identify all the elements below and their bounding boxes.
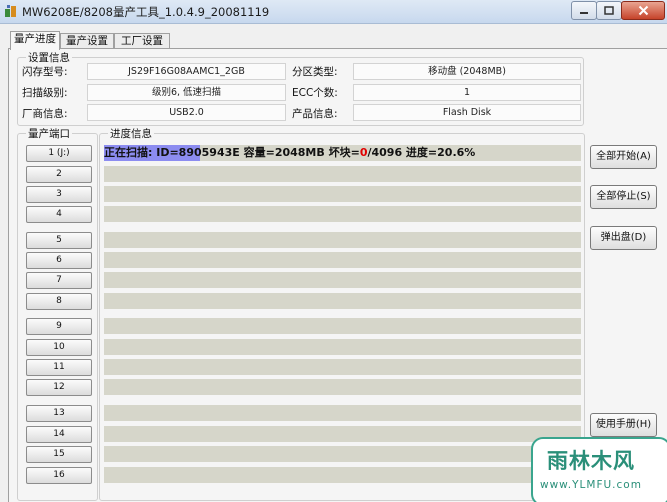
minimize-button[interactable] — [571, 1, 597, 20]
tab-production-settings[interactable]: 量产设置 — [60, 33, 114, 49]
partition-type-label: 分区类型: — [292, 66, 338, 78]
progress-group-title: 进度信息 — [108, 126, 154, 141]
close-button[interactable] — [621, 1, 665, 20]
vendor-info-value: USB2.0 — [87, 104, 286, 121]
tab-progress[interactable]: 量产进度 — [10, 31, 60, 50]
progress-bar-15 — [104, 446, 581, 462]
port-1-status: 正在扫描: ID=8905943E 容量=2048MB 坏块=0/4096 进度… — [104, 145, 475, 161]
port-button-8[interactable]: 8 — [26, 293, 92, 310]
ecc-count-value: 1 — [353, 84, 581, 101]
port-button-7[interactable]: 7 — [26, 272, 92, 289]
port-button-16[interactable]: 16 — [26, 467, 92, 484]
product-info-label: 产品信息: — [292, 108, 338, 120]
progress-bar-14 — [104, 426, 581, 442]
progress-bar-4 — [104, 206, 581, 222]
port-button-9[interactable]: 9 — [26, 318, 92, 335]
status-progress: /4096 进度=20.6% — [367, 146, 476, 159]
port-button-4[interactable]: 4 — [26, 206, 92, 223]
ports-group-title: 量产端口 — [26, 126, 72, 141]
progress-bar-7 — [104, 272, 581, 288]
progress-bar-3 — [104, 186, 581, 202]
app-icon — [5, 5, 16, 17]
port-button-3[interactable]: 3 — [26, 186, 92, 203]
progress-bar-2 — [104, 166, 581, 182]
flash-model-label: 闪存型号: — [22, 66, 68, 78]
progress-bar-8 — [104, 293, 581, 309]
minimize-icon — [580, 11, 588, 14]
tab-factory-settings[interactable]: 工厂设置 — [114, 33, 170, 49]
port-button-12[interactable]: 12 — [26, 379, 92, 396]
progress-bar-16 — [104, 467, 581, 483]
watermark-main-text: 雨林木风 — [547, 449, 635, 473]
eject-button[interactable]: 弹出盘(D) — [590, 226, 657, 250]
port-button-1[interactable]: 1 (J:) — [26, 145, 92, 162]
scan-level-value: 级别6, 低速扫描 — [87, 84, 286, 101]
settings-group-title: 设置信息 — [26, 50, 72, 65]
status-prefix: 正在扫描: — [104, 146, 153, 159]
scan-level-label: 扫描级别: — [22, 87, 68, 99]
port-button-6[interactable]: 6 — [26, 252, 92, 269]
progress-bar-9 — [104, 318, 581, 334]
port-button-14[interactable]: 14 — [26, 426, 92, 443]
app-window: MW6208E/8208量产工具_1.0.4.9_20081119 量产进度 量… — [0, 0, 667, 502]
ecc-count-label: ECC个数: — [292, 87, 338, 99]
product-info-value: Flash Disk — [353, 104, 581, 121]
flash-model-value: JS29F16G08AAMC1_2GB — [87, 63, 286, 80]
start-all-button[interactable]: 全部开始(A) — [590, 145, 657, 169]
progress-bar-5 — [104, 232, 581, 248]
port-button-2[interactable]: 2 — [26, 166, 92, 183]
progress-bar-13 — [104, 405, 581, 421]
port-button-13[interactable]: 13 — [26, 405, 92, 422]
progress-bar-6 — [104, 252, 581, 268]
progress-bar-11 — [104, 359, 581, 375]
maximize-icon — [604, 5, 614, 15]
progress-bar-10 — [104, 339, 581, 355]
vendor-info-label: 厂商信息: — [22, 108, 68, 120]
stop-all-button[interactable]: 全部停止(S) — [590, 185, 657, 209]
watermark-url-text: www.YLMFU.com — [540, 479, 642, 491]
manual-button[interactable]: 使用手册(H) — [590, 413, 657, 437]
port-button-10[interactable]: 10 — [26, 339, 92, 356]
partition-type-value: 移动盘 (2048MB) — [353, 63, 581, 80]
port-button-15[interactable]: 15 — [26, 446, 92, 463]
maximize-button[interactable] — [596, 1, 622, 20]
window-title: MW6208E/8208量产工具_1.0.4.9_20081119 — [22, 5, 270, 19]
status-details: ID=8905943E 容量=2048MB 坏块= — [152, 146, 360, 159]
port-button-5[interactable]: 5 — [26, 232, 92, 249]
title-bar: MW6208E/8208量产工具_1.0.4.9_20081119 — [0, 0, 667, 24]
close-icon — [638, 5, 648, 16]
port-button-11[interactable]: 11 — [26, 359, 92, 376]
progress-bar-12 — [104, 379, 581, 395]
watermark-logo: 雨林木风 www.YLMFU.com — [531, 437, 667, 502]
